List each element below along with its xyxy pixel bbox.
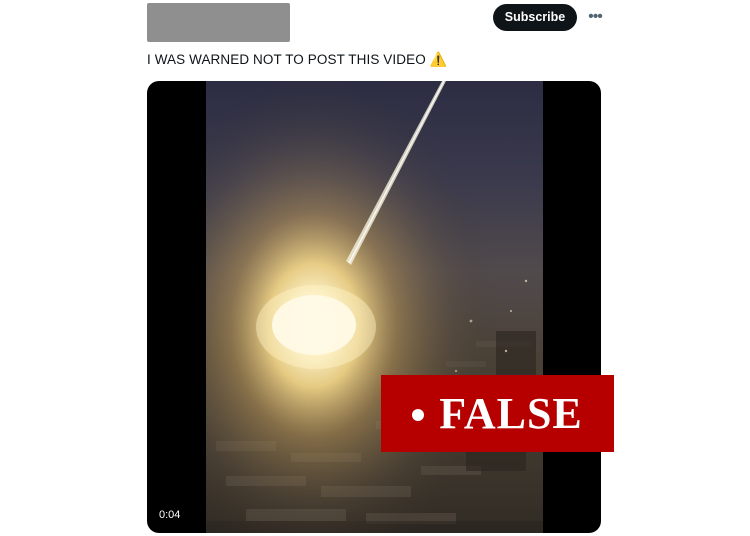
video-player[interactable]: 0:04 [147, 81, 601, 533]
tweet-card: Subscribe ••• I WAS WARNED NOT TO POST T… [0, 0, 750, 536]
warning-icon: ⚠️ [429, 51, 448, 67]
explosion-scene-image [206, 81, 543, 533]
false-verdict-stamp: FALSE [381, 375, 614, 452]
video-frame [206, 81, 543, 533]
more-options-icon[interactable]: ••• [583, 6, 607, 28]
false-verdict-label: FALSE [439, 388, 583, 438]
tweet-text-content: I WAS WARNED NOT TO POST THIS VIDEO [147, 52, 426, 67]
redacted-account-name [147, 3, 290, 42]
video-duration: 0:04 [159, 509, 181, 521]
bullet-icon [412, 408, 425, 421]
subscribe-button[interactable]: Subscribe [493, 4, 577, 31]
tweet-text: I WAS WARNED NOT TO POST THIS VIDEO ⚠️ [147, 51, 447, 68]
